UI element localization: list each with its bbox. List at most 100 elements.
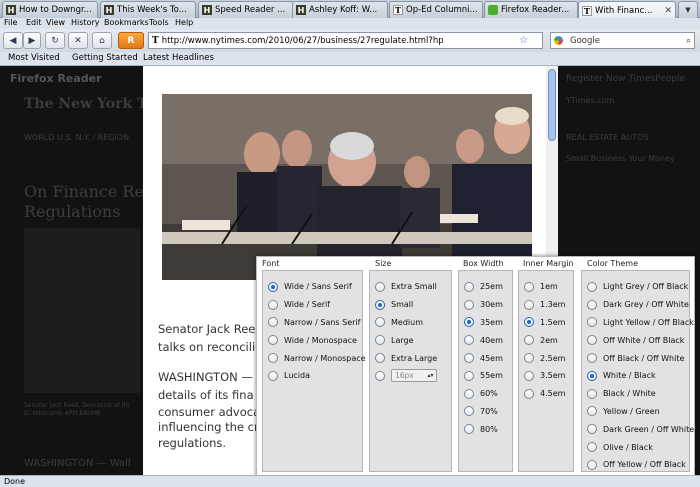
search-bar[interactable]: Google ⌕ <box>550 32 695 49</box>
menu-tools[interactable]: Tools <box>149 18 169 27</box>
color-theme-option[interactable]: Yellow / Green <box>582 403 689 421</box>
radio-icon[interactable] <box>587 353 597 364</box>
font-option[interactable]: Wide / Serif <box>263 296 362 314</box>
radio-selected-icon[interactable] <box>524 317 534 328</box>
radio-selected-icon[interactable] <box>375 299 385 310</box>
radio-icon[interactable] <box>524 281 534 292</box>
radio-selected-icon[interactable] <box>464 317 474 328</box>
color-theme-option[interactable]: Off Yellow / Off Black <box>582 456 689 474</box>
size-option[interactable]: Medium <box>370 314 451 332</box>
tab-op-ed[interactable]: T Op-Ed Columni... <box>389 1 483 18</box>
box-width-option[interactable]: 80% <box>459 420 512 438</box>
radio-icon[interactable] <box>375 353 385 364</box>
box-width-option[interactable]: 60% <box>459 385 512 403</box>
back-button[interactable]: ◀ <box>3 32 23 49</box>
radio-icon[interactable] <box>524 335 534 346</box>
box-width-option[interactable]: 35em <box>459 314 512 332</box>
inner-margin-option[interactable]: 1em <box>519 278 573 296</box>
tab-how-to-downgrade[interactable]: H How to Downgr... <box>2 1 98 18</box>
radio-icon[interactable] <box>464 335 474 346</box>
box-width-option[interactable]: 30em <box>459 296 512 314</box>
radio-icon[interactable] <box>268 299 278 310</box>
color-theme-option[interactable]: Light Yellow / Off Black <box>582 314 694 332</box>
close-tab-icon[interactable]: ✕ <box>662 6 672 16</box>
reader-extension-button[interactable]: R <box>118 32 144 49</box>
size-option[interactable]: Small <box>370 296 451 314</box>
radio-icon[interactable] <box>464 281 474 292</box>
radio-icon[interactable] <box>375 317 385 328</box>
menu-view[interactable]: View <box>46 18 65 27</box>
reader-scrollbar-thumb[interactable] <box>548 69 556 141</box>
tab-list-button[interactable]: ▼ <box>678 1 698 18</box>
bookmark-star-icon[interactable]: ☆ <box>519 35 528 46</box>
radio-icon[interactable] <box>587 281 597 292</box>
menu-file[interactable]: File <box>4 18 17 27</box>
radio-icon[interactable] <box>464 353 474 364</box>
home-button[interactable]: ⌂ <box>92 32 112 49</box>
color-theme-option[interactable]: Light Grey / Off Black <box>582 278 689 296</box>
font-option[interactable]: Lucida <box>263 367 362 385</box>
bookmark-getting-started[interactable]: Getting Started <box>72 53 138 63</box>
radio-icon[interactable] <box>587 335 597 346</box>
color-theme-option[interactable]: Olive / Black <box>582 438 689 456</box>
radio-icon[interactable] <box>587 442 597 453</box>
radio-icon[interactable] <box>524 299 534 310</box>
font-option[interactable]: Wide / Monospace <box>263 331 362 349</box>
font-option[interactable]: Narrow / Sans Serif <box>263 314 362 332</box>
radio-icon[interactable] <box>464 370 474 381</box>
box-width-option[interactable]: 40em <box>459 331 512 349</box>
custom-size-select[interactable]: 16px ▴▾ <box>391 369 437 383</box>
radio-icon[interactable] <box>587 388 597 399</box>
box-width-option[interactable]: 70% <box>459 403 512 421</box>
inner-margin-option[interactable]: 3.5em <box>519 367 573 385</box>
inner-margin-option[interactable]: 1.5em <box>519 314 573 332</box>
bookmark-latest-headlines[interactable]: Latest Headlines <box>143 53 214 63</box>
radio-icon[interactable] <box>587 406 597 417</box>
radio-icon[interactable] <box>464 388 474 399</box>
menu-history[interactable]: History <box>71 18 99 27</box>
size-option[interactable]: Extra Large <box>370 349 451 367</box>
menu-edit[interactable]: Edit <box>26 18 42 27</box>
inner-margin-option[interactable]: 1.3em <box>519 296 573 314</box>
tab-with-financial[interactable]: T With Financ... ✕ <box>578 1 676 19</box>
tab-firefox-reader[interactable]: Firefox Reader... <box>484 1 578 18</box>
size-option-custom[interactable]: 16px ▴▾ <box>370 367 451 385</box>
radio-icon[interactable] <box>375 335 385 346</box>
inner-margin-option[interactable]: 2.5em <box>519 349 573 367</box>
color-theme-option[interactable]: Off White / Off Black <box>582 331 689 349</box>
radio-icon[interactable] <box>524 370 534 381</box>
color-theme-option[interactable]: Off Black / Off White <box>582 349 689 367</box>
radio-selected-icon[interactable] <box>268 281 278 292</box>
radio-selected-icon[interactable] <box>587 370 597 381</box>
radio-icon[interactable] <box>587 317 597 328</box>
radio-icon[interactable] <box>587 424 597 435</box>
address-bar[interactable]: T http://www.nytimes.com/2010/06/27/busi… <box>148 32 543 49</box>
box-width-option[interactable]: 25em <box>459 278 512 296</box>
radio-icon[interactable] <box>268 317 278 328</box>
stop-button[interactable]: ✕ <box>68 32 88 49</box>
radio-icon[interactable] <box>587 459 597 470</box>
radio-icon[interactable] <box>524 353 534 364</box>
box-width-option[interactable]: 55em <box>459 367 512 385</box>
font-option[interactable]: Narrow / Monospace <box>263 349 366 367</box>
spinner-arrows-icon[interactable]: ▴▾ <box>426 371 435 380</box>
radio-icon[interactable] <box>268 370 278 381</box>
radio-icon[interactable] <box>268 353 278 364</box>
menu-bookmarks[interactable]: Bookmarks <box>104 18 149 27</box>
radio-icon[interactable] <box>464 299 474 310</box>
forward-button[interactable]: ▶ <box>23 32 41 49</box>
tab-this-weeks[interactable]: H This Week's To... <box>100 1 196 18</box>
tab-ashley-koff[interactable]: H Ashley Koff: W... <box>292 1 388 18</box>
inner-margin-option[interactable]: 4.5em <box>519 385 573 403</box>
tab-speed-reader[interactable]: H Speed Reader ... <box>198 1 294 18</box>
color-theme-option[interactable]: Black / White <box>582 385 689 403</box>
menu-help[interactable]: Help <box>175 18 193 27</box>
size-option[interactable]: Large <box>370 331 451 349</box>
size-option[interactable]: Extra Small <box>370 278 451 296</box>
bookmark-most-visited[interactable]: Most Visited <box>8 53 60 63</box>
radio-icon[interactable] <box>375 281 385 292</box>
radio-icon[interactable] <box>587 299 597 310</box>
inner-margin-option[interactable]: 2em <box>519 331 573 349</box>
radio-icon[interactable] <box>268 335 278 346</box>
radio-icon[interactable] <box>524 388 534 399</box>
